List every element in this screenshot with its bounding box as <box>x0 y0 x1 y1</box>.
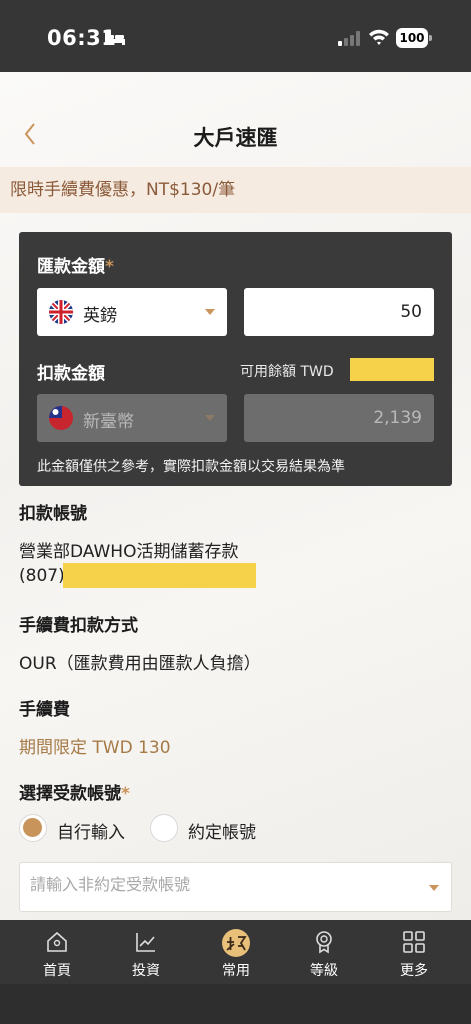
debit-amount-note: 此金額僅供之參考，實際扣款金額以交易結果為準 <box>37 459 345 475</box>
nav-item-level[interactable]: 等級 <box>279 920 369 984</box>
debit-amount-label: 扣款金額 <box>37 364 105 384</box>
home-icon <box>47 931 67 952</box>
payee-account-field[interactable] <box>19 862 452 912</box>
taiwan-flag-icon <box>49 406 73 430</box>
payee-heading-text: 選擇受款帳號 <box>19 784 121 804</box>
payee-account-input[interactable] <box>30 875 410 894</box>
required-mark: * <box>105 257 114 277</box>
sleep-mode-icon <box>105 32 125 45</box>
chevron-down-icon <box>205 415 215 421</box>
nav-item-more[interactable]: 更多 <box>369 920 459 984</box>
home-indicator-area <box>0 984 471 1024</box>
redacted-balance <box>350 358 434 381</box>
remit-amount-input[interactable]: 50 <box>244 288 434 336</box>
fee-value: 期間限定 TWD 130 <box>19 738 171 758</box>
remit-currency-select[interactable]: 英鎊 <box>37 288 227 336</box>
badge-icon <box>316 931 332 954</box>
debit-currency-select: 新臺幣 <box>37 394 227 442</box>
remit-currency-value: 英鎊 <box>83 306 117 326</box>
grid-icon <box>403 931 425 953</box>
nav-label-home: 首頁 <box>43 963 71 979</box>
nav-item-home[interactable]: 首頁 <box>12 920 102 984</box>
status-bar: 06:31 100 <box>0 0 471 72</box>
battery-cap <box>429 35 432 41</box>
cellular-signal-icon <box>338 31 360 46</box>
battery-level: 100 <box>396 28 428 48</box>
redacted-account-number <box>63 563 256 588</box>
nav-label-level: 等級 <box>310 963 338 979</box>
debit-amount-field: 2,139 <box>244 394 434 442</box>
required-mark: * <box>121 784 130 804</box>
dawho-logo-icon <box>222 929 250 957</box>
wifi-icon <box>369 29 389 45</box>
amount-card: 匯款金額* 英鎊 50 扣款金額 可用餘額 TWD 新臺幣 2,139 此金額僅… <box>19 232 452 486</box>
chevron-down-icon[interactable] <box>429 885 439 891</box>
page-title: 大戶速匯 <box>193 126 278 150</box>
promo-banner: 限時手續費優惠，NT$130/筆 <box>0 167 471 213</box>
nav-label-more: 更多 <box>400 963 428 979</box>
nav-label-common: 常用 <box>222 963 250 979</box>
debit-account-name: 營業部DAWHO活期儲蓄存款 <box>19 542 239 562</box>
payee-heading: 選擇受款帳號* <box>19 779 130 804</box>
bottom-nav: 首頁 投資 常用 等級 更多 <box>0 920 471 984</box>
debit-currency-value: 新臺幣 <box>83 412 134 432</box>
radio-preset-account[interactable] <box>150 814 178 842</box>
nav-item-invest[interactable]: 投資 <box>101 920 191 984</box>
uk-flag-icon <box>49 300 73 324</box>
available-balance-label: 可用餘額 TWD <box>240 364 334 380</box>
radio-manual-label[interactable]: 自行輸入 <box>57 818 125 843</box>
radio-manual-input[interactable] <box>19 814 47 842</box>
radio-preset-label[interactable]: 約定帳號 <box>188 818 256 843</box>
fee-heading: 手續費 <box>19 700 70 720</box>
nav-item-common[interactable]: 常用 <box>191 920 281 984</box>
battery-indicator: 100 <box>396 28 432 48</box>
fee-method-value: OUR（匯款費用由匯款人負擔） <box>19 654 261 674</box>
chart-icon <box>136 933 155 952</box>
fee-method-heading: 手續費扣款方式 <box>19 616 138 636</box>
debit-account-code: (807) <box>19 566 65 586</box>
remit-amount-label: 匯款金額* <box>37 252 114 277</box>
chevron-down-icon <box>205 309 215 315</box>
header: 大戶速匯 <box>0 100 471 166</box>
debit-account-heading: 扣款帳號 <box>19 504 87 524</box>
remit-amount-label-text: 匯款金額 <box>37 257 105 277</box>
nav-label-invest: 投資 <box>132 963 160 979</box>
